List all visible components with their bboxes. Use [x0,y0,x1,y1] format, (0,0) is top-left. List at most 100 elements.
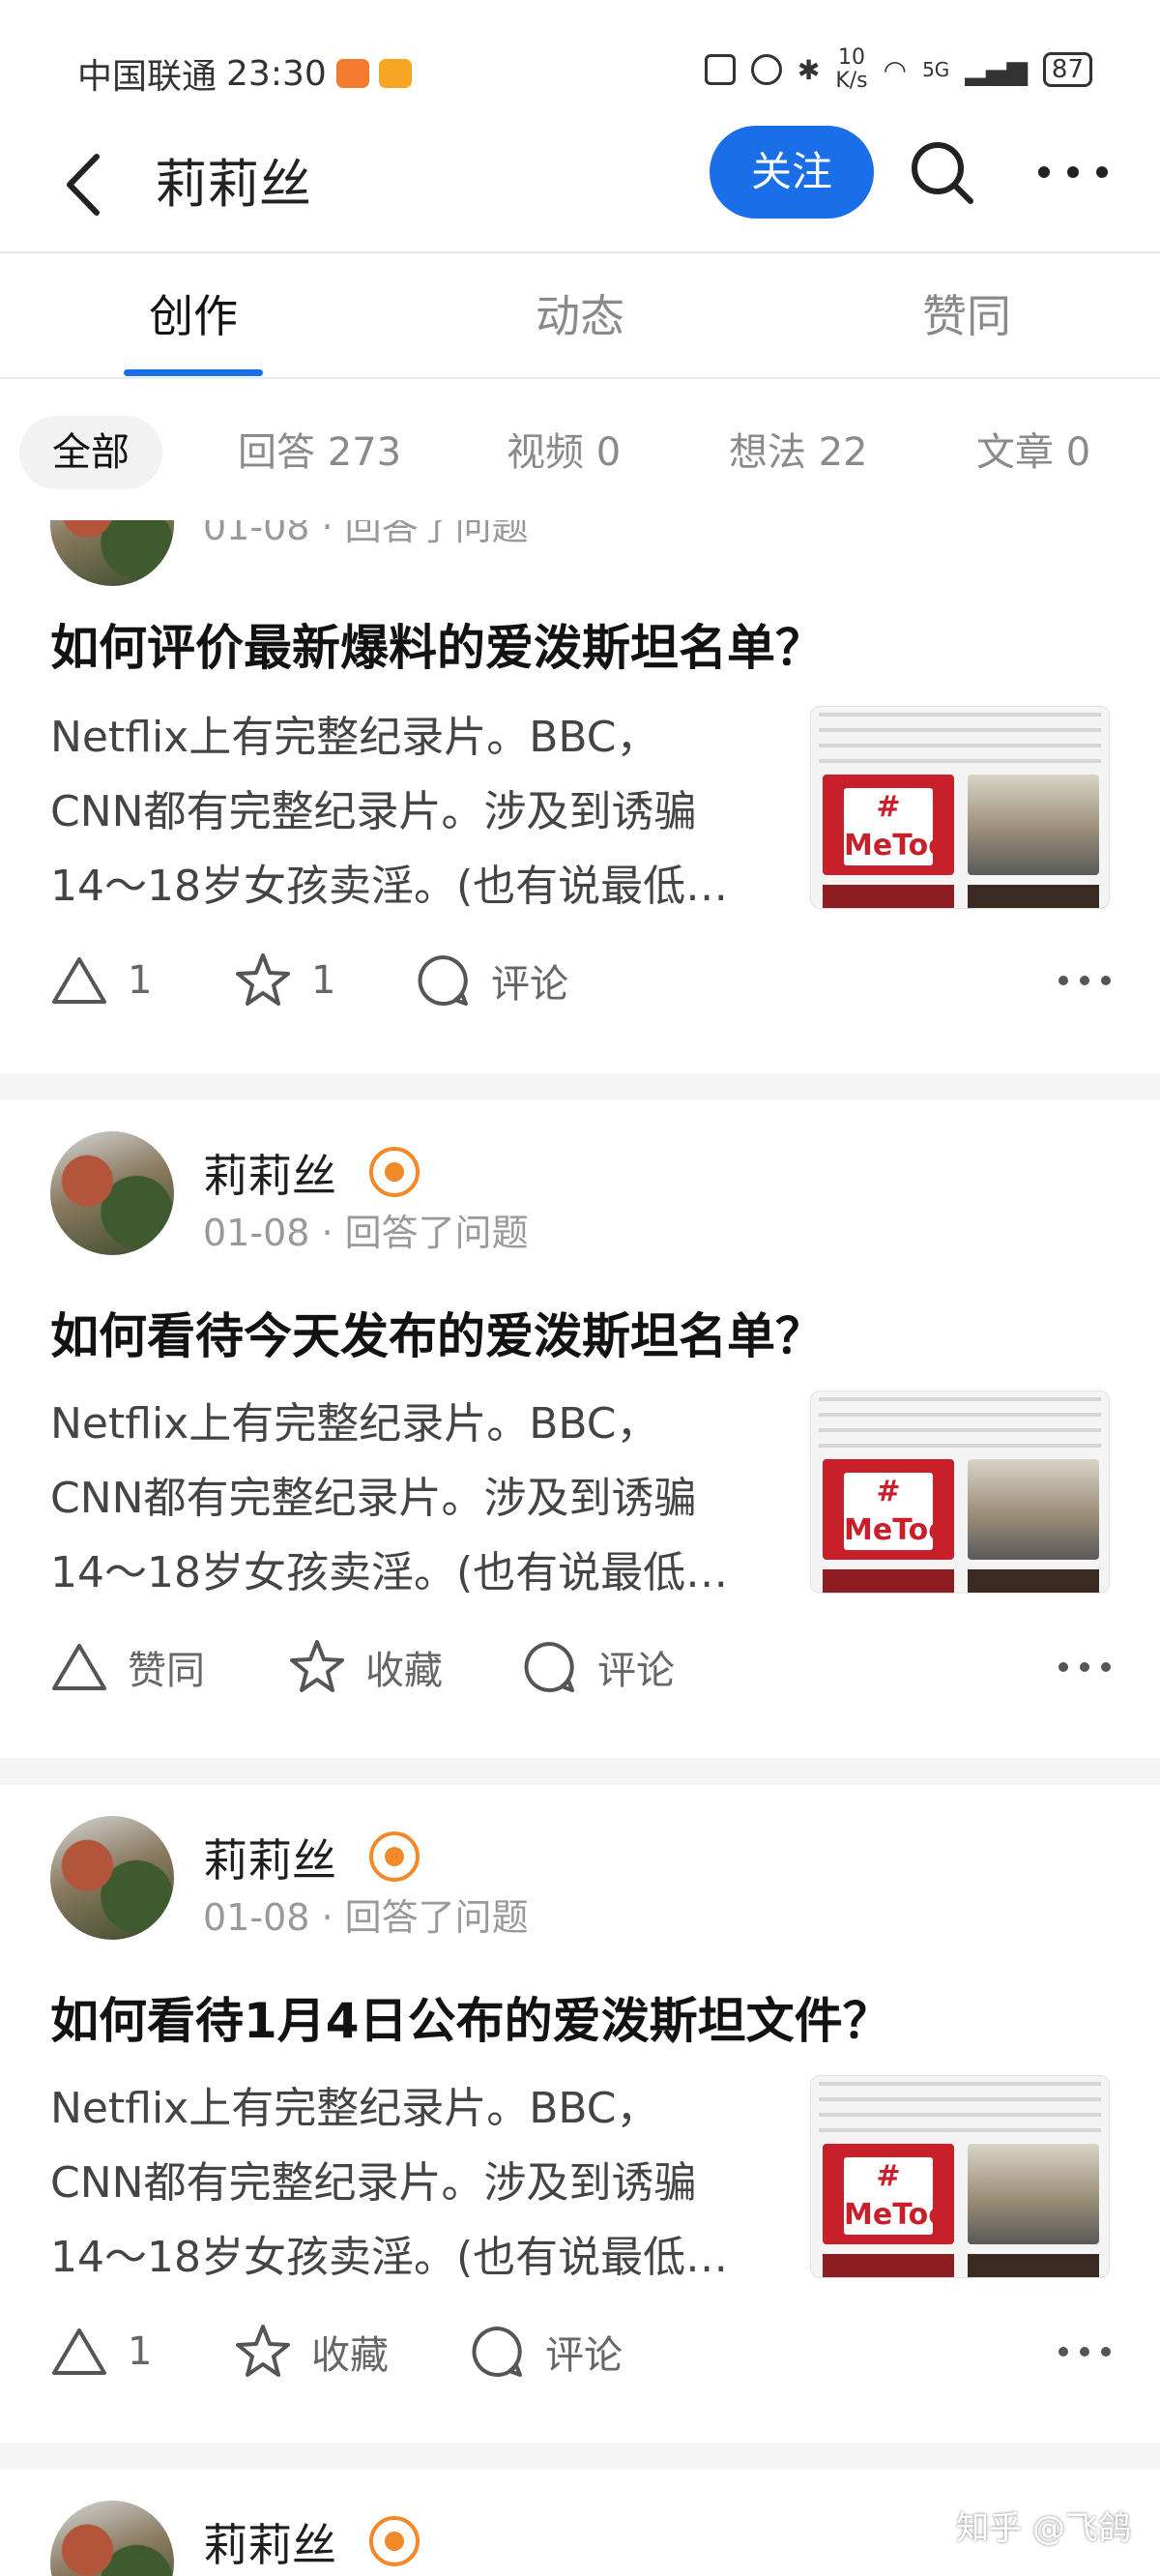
excerpt-line: CNN都有完整纪录片。涉及到诱骗 [50,1474,697,1523]
answer-card[interactable]: 莉莉丝 01-08 · 回答了问题 如何看待1月4日公布的爱泼斯坦文件？ Net… [0,1785,1160,2443]
favorite-button[interactable]: 收藏 [288,1628,443,1706]
card-separator [0,1073,1160,1100]
favorite-button[interactable]: 收藏 [234,2313,389,2390]
search-button[interactable] [907,137,976,207]
nfc-icon [704,54,736,85]
filter-thoughts[interactable]: 想法 22 [729,416,868,489]
vote-button[interactable]: 赞同 [50,1628,205,1706]
answer-excerpt[interactable]: Netflix上有完整纪录片。BBC， CNN都有完整纪录片。涉及到诱骗 14～… [50,700,795,923]
answer-feed: 01-08 · 回答了问题 如何评价最新爆料的爱泼斯坦名单？ Netflix上有… [0,520,1160,2576]
favorite-label: 收藏 [365,1649,443,1693]
avatar[interactable] [50,520,174,586]
answer-excerpt[interactable]: Netflix上有完整纪录片。BBC， CNN都有完整纪录片。涉及到诱骗 14～… [50,1387,795,1610]
more-horizontal-icon [1058,976,1111,985]
thumbnail-photo-strip [968,885,1099,908]
author-name[interactable]: 莉莉丝 [203,2510,336,2574]
question-title[interactable]: 如何看待今天发布的爱泼斯坦名单？ [50,1298,824,1367]
author-name[interactable]: 莉莉丝 [203,1141,336,1205]
alarm-icon [750,54,782,85]
tab-creation[interactable]: 创作 [97,253,290,379]
author-badge-icon [369,1147,420,1197]
excerpt-line: 14～18岁女孩卖淫。(也有说最低… [50,1548,729,1597]
card-more-button[interactable] [1056,942,1114,1019]
star-icon [236,953,290,1006]
comment-label: 评论 [491,962,568,1007]
filter-videos[interactable]: 视频 0 [507,416,621,489]
active-tab-indicator [124,369,263,376]
metoo-sign: # MeToo [844,788,948,865]
thumbnail-text-lines [819,1397,1101,1451]
avatar[interactable] [50,2501,174,2576]
vote-label: 赞同 [128,1649,205,1693]
star-icon [290,1640,344,1692]
network-speed-unit: K/s [835,69,868,93]
app-notification-icon [335,59,369,88]
top-nav: 莉莉丝 关注 [0,116,1160,253]
answer-card[interactable]: 莉莉丝 01-08 · 回答了问题 如何看待今天发布的爱泼斯坦名单？ Netfl… [0,1100,1160,1758]
answer-thumbnail[interactable]: # MeToo [810,1390,1110,1594]
question-title[interactable]: 如何看待1月4日公布的爱泼斯坦文件？ [50,1982,891,2052]
filter-all[interactable]: 全部 [19,416,162,489]
answer-meta: 01-08 · 回答了问题 [203,1896,529,1939]
filter-articles[interactable]: 文章 0 [976,416,1090,489]
watermark: 知乎 @飞鸽 [956,2509,1131,2548]
favorite-button[interactable]: 1 [234,942,335,1019]
back-button[interactable] [58,143,116,226]
comment-label: 评论 [597,1649,675,1693]
upvote-triangle-icon [52,1644,106,1690]
signal-icon: ▂▄▆ [965,53,1028,86]
thumbnail-photo-portrait [968,2144,1099,2244]
network-speed-value: 10 [837,45,865,70]
author-name[interactable]: 莉莉丝 [203,1826,336,1889]
comment-label: 评论 [545,2333,623,2378]
vote-button[interactable]: 1 [50,2313,152,2390]
answer-meta: 01-08 · 回答了问题 [203,520,529,548]
excerpt-line: 14～18岁女孩卖淫。(也有说最低… [50,862,729,911]
excerpt-line: 14～18岁女孩卖淫。(也有说最低… [50,2233,729,2282]
comment-button[interactable]: 评论 [414,942,568,1019]
more-button[interactable] [1034,137,1112,207]
thumbnail-photo-strip [968,2254,1099,2277]
signal-label: 5G [922,58,950,81]
excerpt-line: CNN都有完整纪录片。涉及到诱骗 [50,2158,697,2208]
content-filter-bar: 全部 回答 273 视频 0 想法 22 文章 0 [0,379,1160,520]
chevron-left-icon [67,154,100,216]
thumbnail-text-lines [819,2082,1101,2136]
follow-button[interactable]: 关注 [710,126,874,219]
thumbnail-photo-portrait [968,775,1099,875]
status-left: 中国联通 23:30 [77,48,412,99]
comment-bubble-icon [524,1642,574,1692]
tab-upvotes[interactable]: 赞同 [870,253,1063,379]
excerpt-line: Netflix上有完整纪录片。BBC， [50,2084,659,2133]
metoo-sign: # MeToo [844,1473,948,1550]
card-more-button[interactable] [1056,2313,1114,2390]
thumbnail-photo-strip [823,1569,954,1593]
filter-answers[interactable]: 回答 273 [238,416,401,489]
thumbnail-photo-protest: # MeToo [823,1459,954,1560]
answer-thumbnail[interactable]: # MeToo [810,2075,1110,2278]
comment-button[interactable]: 评论 [468,2313,623,2390]
thumbnail-photo-strip [823,2254,954,2277]
card-actions: 1 1 评论 [50,942,1114,1019]
wifi-icon: ◠ [883,53,908,86]
card-more-button[interactable] [1056,1628,1114,1706]
page-title: 莉莉丝 [155,154,311,215]
card-actions: 1 收藏 评论 [50,2313,1114,2390]
metoo-sign: # MeToo [844,2157,948,2235]
comment-button[interactable]: 评论 [520,1628,675,1706]
star-icon [236,2325,290,2377]
thumbnail-text-lines [819,713,1101,767]
comment-bubble-icon [472,2327,522,2377]
answer-thumbnail[interactable]: # MeToo [810,706,1110,909]
thumbnail-photo-portrait [968,1459,1099,1560]
answer-excerpt[interactable]: Netflix上有完整纪录片。BBC， CNN都有完整纪录片。涉及到诱骗 14～… [50,2071,795,2295]
more-horizontal-icon [1058,2347,1111,2356]
answer-card[interactable]: 01-08 · 回答了问题 如何评价最新爆料的爱泼斯坦名单？ Netflix上有… [0,520,1160,1073]
favorite-count: 1 [311,958,336,1003]
avatar[interactable] [50,1131,174,1255]
avatar[interactable] [50,1816,174,1940]
vote-button[interactable]: 1 [50,942,152,1019]
question-title[interactable]: 如何评价最新爆料的爱泼斯坦名单？ [50,609,824,679]
profile-tabs: 创作 动态 赞同 [0,253,1160,379]
tab-activity[interactable]: 动态 [483,253,677,379]
